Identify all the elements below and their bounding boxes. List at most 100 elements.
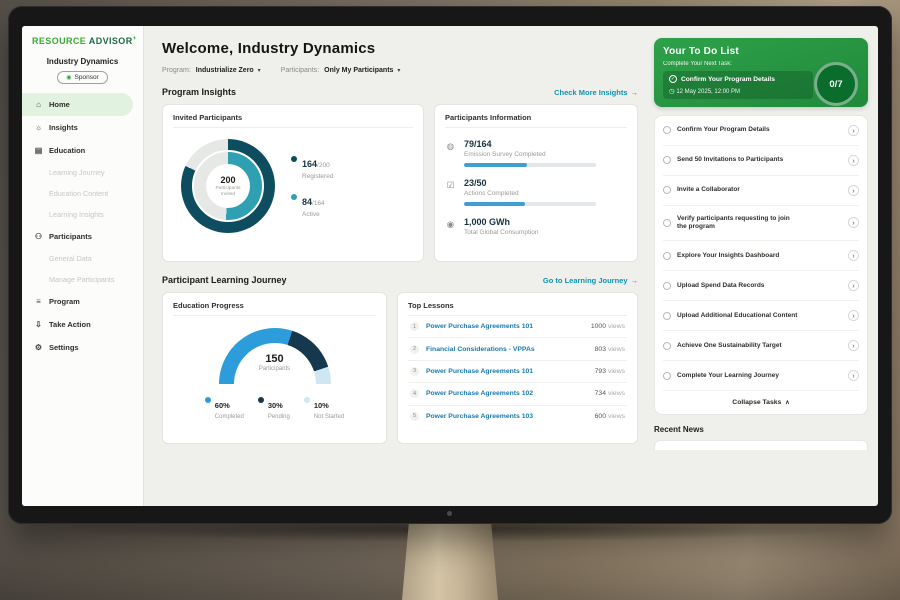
recent-news-card [654,440,868,450]
rank-badge: 2 [410,345,419,354]
task-row[interactable]: Upload Additional Educational Content › [663,301,859,331]
donut-legend: 164/200 Registered 84/164 Active [291,154,333,218]
task-checkbox[interactable] [663,126,671,134]
emission-survey-row: ◍ 79/164 Emission Survey Completed [445,139,627,167]
donut-center: 200 Participants Invited [206,164,250,208]
rank-badge: 4 [410,389,419,398]
task-checkbox[interactable] [663,186,671,194]
task-row[interactable]: Explore Your Insights Dashboard › [663,241,859,271]
sidebar-item-education-content[interactable]: Education Content [22,183,143,204]
sidebar-nav: ⌂ Home ☼ Insights ▤ Education Learning J… [22,93,143,359]
next-task-chip[interactable]: ✓ Confirm Your Program Details ◷ 12 May … [663,71,813,99]
settings-icon: ⚙ [34,343,43,352]
brand-logo: RESOURCE ADVISOR+ [22,36,143,46]
sidebar-item-take-action[interactable]: ⇩ Take Action [22,313,143,336]
location-pin-icon: ◉ [445,217,456,236]
task-row[interactable]: Achieve One Sustainability Target › [663,331,859,361]
invited-participants-card: Invited Participants 200 Participants In… [162,104,424,262]
lesson-link[interactable]: Power Purchase Agreements 101 [426,368,588,375]
sponsor-badge: ◉ Sponsor [57,71,107,84]
lesson-link[interactable]: Financial Considerations - VPPAs [426,346,588,353]
chevron-right-icon[interactable]: › [848,155,859,166]
chevron-down-icon: ▾ [397,68,400,74]
sidebar-item-participants[interactable]: ⚇ Participants [22,225,143,248]
program-filter[interactable]: Program: Industrialize Zero ▾ [162,67,261,74]
checklist-icon: ☑ [445,178,456,206]
legend-registered: 164/200 Registered [291,154,333,180]
participants-filter-value[interactable]: Only My Participants [324,67,393,74]
sidebar-item-insights[interactable]: ☼ Insights [22,116,143,139]
education-gauge-chart: 150 Participants [219,328,331,384]
lesson-row: 5 Power Purchase Agreements 103 600views [408,406,627,427]
program-insights-header: Program Insights Check More Insights→ [162,87,638,97]
sidebar-item-program[interactable]: ≡ Program [22,290,143,313]
progress-bar [464,163,596,167]
chevron-right-icon[interactable]: › [848,185,859,196]
task-list: Confirm Your Program Details › Send 50 I… [654,115,868,416]
program-filter-value[interactable]: Industrialize Zero [196,67,254,74]
insights-cards: Invited Participants 200 Participants In… [162,104,638,262]
rank-badge: 3 [410,367,419,376]
lesson-link[interactable]: Power Purchase Agreements 101 [426,323,584,330]
sidebar-item-learning-insights[interactable]: Learning Insights [22,204,143,225]
task-row[interactable]: Verify participants requesting to join t… [663,206,859,242]
sidebar-item-general-data[interactable]: General Data [22,248,143,269]
main-content: Welcome, Industry Dynamics Program: Indu… [144,26,650,506]
recent-news-title: Recent News [654,425,868,434]
task-checkbox[interactable] [663,219,671,227]
check-more-insights-link[interactable]: Check More Insights→ [554,88,638,97]
task-checkbox[interactable] [663,312,671,320]
chevron-right-icon[interactable]: › [848,125,859,136]
sidebar-item-settings[interactable]: ⚙ Settings [22,336,143,359]
task-checkbox[interactable] [663,282,671,290]
legend-dot [205,397,211,403]
legend-completed: 60% Completed [205,395,244,420]
gauge-legend: 60% Completed 30% Pending 10% [205,395,344,420]
arrow-right-icon: → [631,88,639,97]
actions-completed-row: ☑ 23/50 Actions Completed [445,178,627,206]
progress-bar [464,202,596,206]
lesson-link[interactable]: Power Purchase Agreements 103 [426,413,588,420]
legend-dot [258,397,264,403]
task-checkbox[interactable] [663,372,671,380]
legend-pending: 30% Pending [258,395,290,420]
sidebar-item-learning-journey[interactable]: Learning Journey [22,162,143,183]
invited-donut-chart: 200 Participants Invited [181,139,275,233]
legend-dot [304,397,310,403]
go-to-learning-journey-link[interactable]: Go to Learning Journey→ [543,276,638,285]
task-row[interactable]: Invite a Collaborator › [663,176,859,206]
chevron-right-icon[interactable]: › [848,250,859,261]
lesson-link[interactable]: Power Purchase Agreements 102 [426,390,588,397]
consumption-row: ◉ 1,000 GWh Total Global Consumption [445,217,627,236]
task-row[interactable]: Send 50 Invitations to Participants › [663,146,859,176]
participants-filter[interactable]: Participants: Only My Participants ▾ [281,67,401,74]
participants-icon: ⚇ [34,232,43,241]
task-row[interactable]: Complete Your Learning Journey › [663,361,859,391]
todo-progress-ring: 0/7 [814,62,858,106]
filter-bar: Program: Industrialize Zero ▾ Participan… [162,67,638,74]
top-lessons-card: Top Lessons 1 Power Purchase Agreements … [397,292,638,444]
collapse-tasks-button[interactable]: Collapse Tasks ∧ [663,391,859,414]
monitor-stand [402,524,498,600]
task-row[interactable]: Upload Spend Data Records › [663,271,859,301]
task-checkbox[interactable] [663,252,671,260]
task-checkbox[interactable] [663,156,671,164]
chevron-right-icon[interactable]: › [848,280,859,291]
chevron-right-icon[interactable]: › [848,310,859,321]
chevron-right-icon[interactable]: › [848,217,859,228]
task-checkbox[interactable] [663,342,671,350]
task-row[interactable]: Confirm Your Program Details › [663,116,859,146]
sidebar-item-education[interactable]: ▤ Education [22,139,143,162]
learning-journey-header: Participant Learning Journey Go to Learn… [162,275,638,285]
sponsor-label: Sponsor [75,74,99,81]
sidebar-item-home[interactable]: ⌂ Home [22,93,133,116]
dashboard-screen: RESOURCE ADVISOR+ Industry Dynamics ◉ Sp… [22,26,878,506]
program-icon: ≡ [34,297,43,306]
learning-cards: Education Progress 150 Participants [162,292,638,444]
clock-icon: ◷ [669,88,675,95]
todo-summary-card: Your To Do List Complete Your Next Task:… [654,38,868,107]
chevron-right-icon[interactable]: › [848,340,859,351]
sidebar-item-manage-participants[interactable]: Manage Participants [22,269,143,290]
chevron-right-icon[interactable]: › [848,370,859,381]
sponsor-icon: ◉ [66,74,71,81]
